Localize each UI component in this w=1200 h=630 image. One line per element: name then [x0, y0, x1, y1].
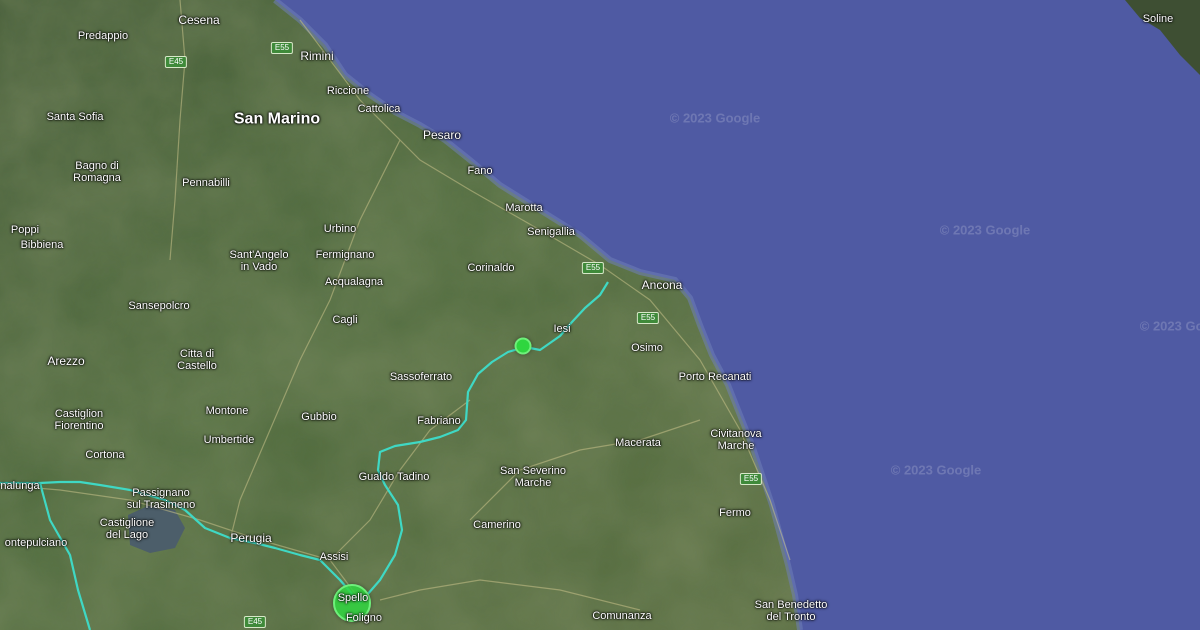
- road-shield-e55: E55: [581, 262, 605, 274]
- place-label-fermignano[interactable]: Fermignano: [316, 249, 375, 261]
- place-label-iesi[interactable]: Iesi: [553, 323, 570, 335]
- place-label-castiglione-del-lago[interactable]: Castiglione del Lago: [100, 517, 154, 541]
- place-label-cortona[interactable]: Cortona: [85, 449, 124, 461]
- road-shield-e45: E45: [164, 56, 188, 68]
- place-label-riccione[interactable]: Riccione: [327, 85, 369, 97]
- place-label-comunanza[interactable]: Comunanza: [592, 610, 651, 622]
- place-label-spello[interactable]: Spello: [338, 592, 369, 604]
- place-label-ancona[interactable]: Ancona: [642, 279, 683, 291]
- place-label-senigallia[interactable]: Senigallia: [527, 226, 575, 238]
- place-label-san-marino[interactable]: San Marino: [234, 111, 320, 128]
- satellite-map[interactable]: © 2023 Google © 2023 Google © 2023 Googl…: [0, 0, 1200, 630]
- place-label-castiglion-fiorentino[interactable]: Castiglion Fiorentino: [55, 408, 104, 432]
- place-label-bibbiena[interactable]: Bibbiena: [21, 239, 64, 251]
- place-label-cesena[interactable]: Cesena: [178, 14, 219, 26]
- place-label-umbertide[interactable]: Umbertide: [204, 434, 255, 446]
- road-shield-e55: E55: [739, 473, 763, 485]
- place-label-sansepolcro[interactable]: Sansepolcro: [128, 300, 189, 312]
- place-label-arezzo[interactable]: Arezzo: [47, 355, 84, 367]
- map-terrain: [0, 0, 1200, 630]
- place-label-assisi[interactable]: Assisi: [320, 551, 349, 563]
- place-label-montone[interactable]: Montone: [206, 405, 249, 417]
- place-label-santa-sofia[interactable]: Santa Sofia: [47, 111, 104, 123]
- place-label-bagno-di-romagna[interactable]: Bagno di Romagna: [73, 160, 121, 184]
- watermark: © 2023 Google: [890, 462, 982, 478]
- place-label-osimo[interactable]: Osimo: [631, 342, 663, 354]
- road-shield-e55: E55: [636, 312, 660, 324]
- place-label-poppi[interactable]: Poppi: [11, 224, 39, 236]
- place-label-fabriano[interactable]: Fabriano: [417, 415, 460, 427]
- place-label-urbino[interactable]: Urbino: [324, 223, 356, 235]
- place-label-acqualagna[interactable]: Acqualagna: [325, 276, 383, 288]
- place-label-civitanova-marche[interactable]: Civitanova Marche: [710, 428, 761, 452]
- place-label-porto-recanati[interactable]: Porto Recanati: [679, 371, 752, 383]
- place-label-pesaro[interactable]: Pesaro: [423, 129, 461, 141]
- place-label-camerino[interactable]: Camerino: [473, 519, 521, 531]
- place-label-sinalunga[interactable]: nalunga: [0, 480, 39, 492]
- watermark: © 2023 Google: [939, 222, 1031, 238]
- route-waypoint-marker[interactable]: [514, 337, 532, 355]
- place-label-corinaldo[interactable]: Corinaldo: [467, 262, 514, 274]
- place-label-cattolica[interactable]: Cattolica: [358, 103, 401, 115]
- place-label-fermo[interactable]: Fermo: [719, 507, 751, 519]
- road-shield-e55: E55: [270, 42, 294, 54]
- place-label-gualdo-tadino[interactable]: Gualdo Tadino: [359, 471, 430, 483]
- watermark: © 2023 Google: [669, 110, 761, 126]
- watermark: © 2023 Google: [1139, 318, 1200, 334]
- place-label-san-benedetto[interactable]: San Benedetto del Tronto: [755, 599, 828, 623]
- place-label-fano[interactable]: Fano: [467, 165, 492, 177]
- place-label-macerata[interactable]: Macerata: [615, 437, 661, 449]
- place-label-santangelo-in-vado[interactable]: Sant'Angelo in Vado: [230, 249, 289, 273]
- place-label-sassoferrato[interactable]: Sassoferrato: [390, 371, 452, 383]
- place-label-foligno[interactable]: Foligno: [346, 612, 382, 624]
- place-label-rimini[interactable]: Rimini: [300, 50, 333, 62]
- place-label-pennabilli[interactable]: Pennabilli: [182, 177, 230, 189]
- place-label-perugia[interactable]: Perugia: [230, 532, 271, 544]
- place-label-montepulciano[interactable]: ontepulciano: [5, 537, 67, 549]
- road-shield-e45: E45: [243, 616, 267, 628]
- place-label-marotta[interactable]: Marotta: [505, 202, 542, 214]
- place-label-san-severino-marche[interactable]: San Severino Marche: [500, 465, 566, 489]
- place-label-predappio[interactable]: Predappio: [78, 30, 128, 42]
- place-label-cagli[interactable]: Cagli: [332, 314, 357, 326]
- place-label-gubbio[interactable]: Gubbio: [301, 411, 336, 423]
- place-label-citta-di-castello[interactable]: Citta di Castello: [177, 348, 217, 372]
- place-label-soline[interactable]: Soline: [1143, 13, 1174, 25]
- place-label-passignano[interactable]: Passignano sul Trasimeno: [127, 487, 195, 511]
